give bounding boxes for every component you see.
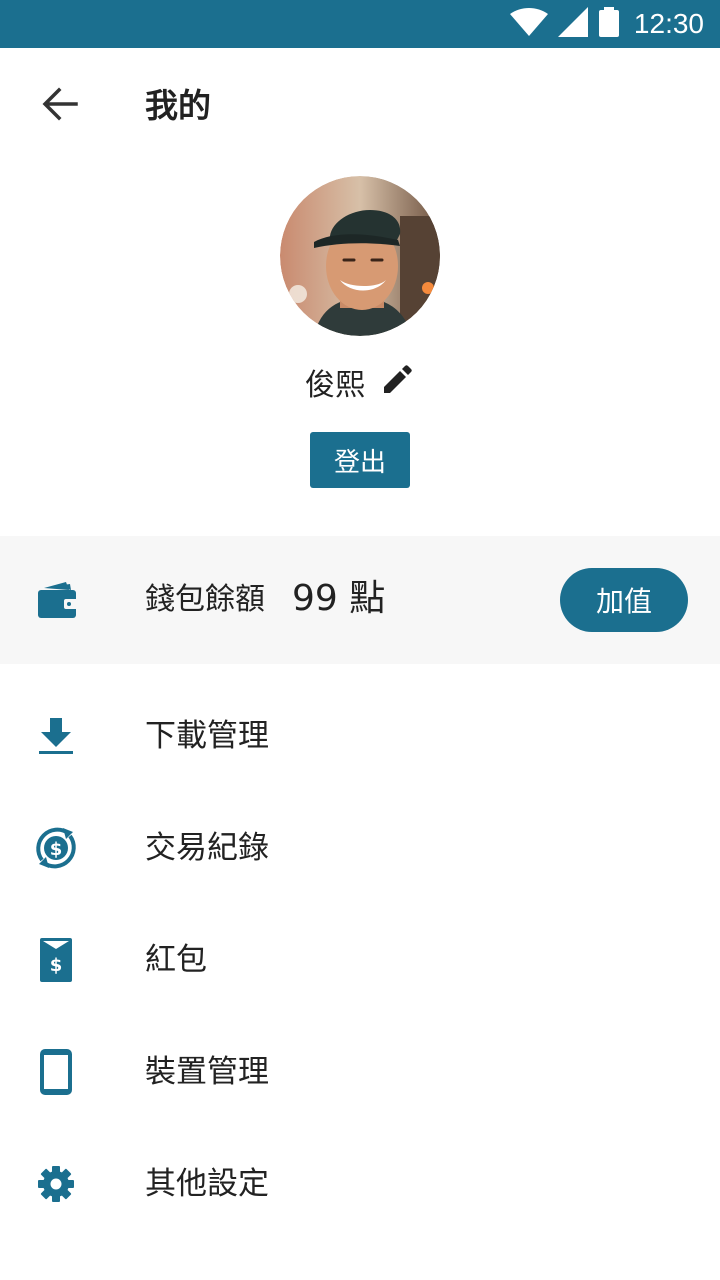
topup-button[interactable]: 加值 [560, 568, 688, 632]
battery-icon [598, 7, 620, 41]
wallet-icon [36, 580, 78, 620]
wallet-row: 錢包餘額 99 點 加值 [0, 536, 720, 664]
edit-name-button[interactable] [379, 364, 415, 400]
menu-label: 下載管理 [145, 718, 269, 754]
menu-item-other-settings[interactable]: 其他設定 [0, 1128, 720, 1240]
dollar-history-icon: $ [32, 824, 80, 872]
status-icons: 12:30 [509, 0, 704, 48]
wifi-icon [509, 8, 548, 40]
svg-text:$: $ [50, 839, 63, 860]
menu-label: 其他設定 [145, 1166, 269, 1202]
logout-button[interactable]: 登出 [310, 432, 410, 488]
menu-label: 裝置管理 [145, 1054, 269, 1090]
menu-label: 紅包 [145, 942, 207, 978]
menu-label: 交易紀錄 [145, 830, 269, 866]
status-time: 12:30 [633, 8, 704, 39]
signal-icon [557, 7, 588, 41]
page-title: 我的 [145, 86, 211, 125]
menu-item-device-management[interactable]: 裝置管理 [0, 1016, 720, 1128]
avatar[interactable] [280, 176, 440, 336]
menu-item-transaction-history[interactable]: $ 交易紀錄 [0, 792, 720, 904]
pencil-icon [382, 365, 412, 399]
profile-name-row: 俊熙 [0, 360, 720, 404]
svg-text:$: $ [50, 955, 63, 976]
app-bar: 我的 [0, 48, 720, 160]
download-icon [32, 712, 80, 760]
wallet-points: 99 點 [292, 578, 386, 619]
menu-item-red-envelope[interactable]: $ 紅包 [0, 904, 720, 1016]
back-button[interactable] [36, 82, 84, 130]
status-bar: 12:30 [0, 0, 720, 48]
wallet-balance-label: 錢包餘額 [145, 582, 265, 617]
phone-icon [32, 1048, 80, 1096]
menu-item-download-management[interactable]: 下載管理 [0, 680, 720, 792]
arrow-left-icon [42, 86, 78, 126]
profile-name: 俊熙 [305, 368, 365, 403]
gear-icon [32, 1160, 80, 1208]
red-envelope-icon: $ [32, 936, 80, 984]
